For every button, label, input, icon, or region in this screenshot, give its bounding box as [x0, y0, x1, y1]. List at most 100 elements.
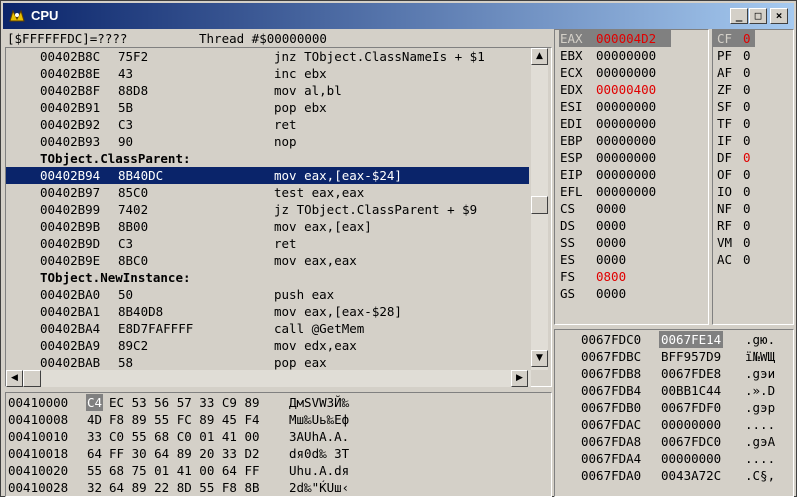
scroll-left-button[interactable]: ◀ [6, 370, 23, 387]
stack-list[interactable]: 0067FDC0 0067FE14 .gю. 0067FDBC BFF957D9 ї№WЩ… [555, 330, 793, 496]
disasm-row[interactable]: 00402B94 8B40DC mov eax,[eax-$24] [6, 167, 529, 184]
stack-row[interactable]: 0067FDAC 00000000.... [555, 416, 793, 433]
flag-value: 0 [743, 31, 751, 46]
register-row[interactable]: EIP 00000000 [555, 166, 708, 183]
procedure-label: TObject.ClassParent: [40, 151, 191, 166]
stack-row[interactable]: 0067FDA0 0043A72C .C§, [555, 467, 793, 484]
register-row[interactable]: SS 0000 [555, 234, 708, 251]
dump-row[interactable]: 00410000 C4 EC 53 56 57 33 C9 89 ДмSVW3Й‰ [6, 394, 551, 411]
scroll-thumb[interactable] [531, 196, 548, 214]
disasm-row[interactable]: 00402B8E 43 inc ebx [6, 65, 529, 82]
disasm-row[interactable]: 00402BA4 E8D7FAFFFF call @GetMem [6, 320, 529, 337]
disasm-row[interactable]: 00402B9D C3 ret [6, 235, 529, 252]
register-row[interactable]: ECX 00000000 [555, 64, 708, 81]
register-row[interactable]: CS 0000 [555, 200, 708, 217]
hscroll-thumb[interactable] [23, 370, 41, 387]
instr-address: 00402B92 [40, 117, 101, 132]
flag-row[interactable]: AC 0 [713, 251, 793, 268]
flag-row[interactable]: IF 0 [713, 132, 793, 149]
scroll-up-button[interactable]: ▲ [531, 48, 548, 65]
disassembly-list[interactable]: 00402B8C 75F2 jnz TObject.ClassNameIs + $1… [6, 48, 529, 370]
flag-row[interactable]: SF 0 [713, 98, 793, 115]
disasm-row[interactable]: 00402BA9 89C2 mov edx,eax [6, 337, 529, 354]
memory-dump-pane[interactable]: 00410000 C4 EC 53 56 57 33 C9 89 ДмSVW3Й‰ 00… [5, 392, 552, 497]
instr-bytes: 7402 [118, 202, 149, 217]
flag-value: 0 [743, 235, 751, 250]
flag-list[interactable]: CF 0 PF 0 AF 0 ZF 0 SF 0 TF 0 IF 0 DF 0 OF 0 IO 0 NF 0 RF 0 VM 0 A… [713, 30, 793, 324]
stack-row[interactable]: 0067FDC0 0067FE14 .gю. [555, 331, 793, 348]
maximize-button[interactable]: □ [749, 8, 767, 24]
register-row[interactable]: EBP 00000000 [555, 132, 708, 149]
disasm-label-row[interactable]: TObject.ClassParent: [6, 150, 529, 167]
register-row[interactable]: ESP 00000000 [555, 149, 708, 166]
close-button[interactable]: × [770, 8, 788, 24]
flag-row[interactable]: AF 0 [713, 64, 793, 81]
stack-row[interactable]: 0067FDB0 0067FDF0 .gэр [555, 399, 793, 416]
dump-row[interactable]: 00410020 55 68 75 01 41 00 64 FF Uhu.A.dя [6, 462, 551, 479]
registers-pane[interactable]: EAX 000004D2 EBX 00000000 ECX 00000000 EDX 0000… [554, 29, 709, 325]
flag-row[interactable]: VM 0 [713, 234, 793, 251]
register-row[interactable]: EAX 000004D2 [555, 30, 708, 47]
close-icon: × [775, 9, 783, 22]
flag-name: RF [717, 218, 733, 233]
disasm-label-row[interactable]: TObject.NewInstance: [6, 269, 529, 286]
flag-row[interactable]: RF 0 [713, 217, 793, 234]
dump-row[interactable]: 00410028 32 64 89 22 8D 55 F8 8B 2d‰"ЌUш‹ [6, 479, 551, 496]
stack-pane[interactable]: 0067FDC0 0067FE14 .gю. 0067FDBC BFF957D9 ї№WЩ… [554, 329, 794, 497]
register-name: DS [560, 218, 576, 233]
register-list[interactable]: EAX 000004D2 EBX 00000000 ECX 00000000 EDX 0000… [555, 30, 708, 324]
disasm-hscrollbar[interactable]: ◀ ▶ [6, 370, 531, 387]
register-row[interactable]: FS 0800 [555, 268, 708, 285]
register-row[interactable]: EFL 00000000 [555, 183, 708, 200]
stack-row[interactable]: 0067FDA8 0067FDC0 .gэА [555, 433, 793, 450]
register-name: EBP [560, 133, 583, 148]
disasm-row[interactable]: 00402B91 5B pop ebx [6, 99, 529, 116]
dump-row[interactable]: 00410008 4D F8 89 55 FC 89 45 F4 Mш‰Uь‰Eф [6, 411, 551, 428]
disasm-row[interactable]: 00402B9B 8B00 mov eax,[eax] [6, 218, 529, 235]
register-row[interactable]: GS 0000 [555, 285, 708, 302]
flag-row[interactable]: OF 0 [713, 166, 793, 183]
disasm-row[interactable]: 00402BA0 50 push eax [6, 286, 529, 303]
register-row[interactable]: DS 0000 [555, 217, 708, 234]
dump-row[interactable]: 00410018 64 FF 30 64 89 20 33 D2 dя0d‰ 3Т [6, 445, 551, 462]
register-row[interactable]: ES 0000 [555, 251, 708, 268]
disasm-row[interactable]: 00402B93 90 nop [6, 133, 529, 150]
register-row[interactable]: ESI 00000000 [555, 98, 708, 115]
disasm-row[interactable]: 00402B92 C3 ret [6, 116, 529, 133]
disasm-row[interactable]: 00402B8F 88D8 mov al,bl [6, 82, 529, 99]
flags-pane[interactable]: CF 0 PF 0 AF 0 ZF 0 SF 0 TF 0 IF 0 DF 0 OF 0 IO 0 NF 0 RF 0 VM 0 A… [712, 29, 794, 325]
disasm-row[interactable]: 00402BAB 58 pop eax [6, 354, 529, 370]
stack-row[interactable]: 0067FDA4 00000000.... [555, 450, 793, 467]
flag-row[interactable]: IO 0 [713, 183, 793, 200]
disasm-row[interactable]: 00402B8C 75F2 jnz TObject.ClassNameIs + $1 [6, 48, 529, 65]
dump-row[interactable]: 00410010 33 C0 55 68 C0 01 41 00 3АUhА.A. [6, 428, 551, 445]
stack-ascii: .gэи [745, 366, 776, 381]
register-row[interactable]: EDX 00000400 [555, 81, 708, 98]
stack-row[interactable]: 0067FDB4 00BB1C44 .».D [555, 382, 793, 399]
disasm-row[interactable]: 00402B97 85C0 test eax,eax [6, 184, 529, 201]
scroll-right-button[interactable]: ▶ [511, 370, 528, 387]
flag-row[interactable]: NF 0 [713, 200, 793, 217]
stack-row[interactable]: 0067FDBC BFF957D9 ї№WЩ [555, 348, 793, 365]
flag-row[interactable]: ZF 0 [713, 81, 793, 98]
disasm-row[interactable]: 00402B99 7402 jz TObject.ClassParent + $9 [6, 201, 529, 218]
instr-bytes: 75F2 [118, 49, 149, 64]
flag-row[interactable]: PF 0 [713, 47, 793, 64]
memory-dump-list[interactable]: 00410000 C4 EC 53 56 57 33 C9 89 ДмSVW3Й‰ 00… [6, 393, 551, 496]
flag-row[interactable]: TF 0 [713, 115, 793, 132]
register-row[interactable]: EBX 00000000 [555, 47, 708, 64]
disasm-row[interactable]: 00402BA1 8B40D8 mov eax,[eax-$28] [6, 303, 529, 320]
flag-row[interactable]: CF 0 [713, 30, 755, 47]
scroll-down-button[interactable]: ▼ [531, 350, 548, 367]
disasm-vscrollbar[interactable]: ▲ ▼ [531, 48, 548, 370]
register-value: 00000000 [596, 184, 657, 199]
register-row[interactable]: EDI 00000000 [555, 115, 708, 132]
stack-row[interactable]: 0067FDB8 0067FDE8 .gэи [555, 365, 793, 382]
instr-bytes: C3 [118, 236, 134, 251]
stack-value: 0043A72C [661, 468, 722, 483]
minimize-button[interactable]: _ [730, 8, 748, 24]
disasm-row[interactable]: 00402B9E 8BC0 mov eax,eax [6, 252, 529, 269]
disassembly-pane[interactable]: 00402B8C 75F2 jnz TObject.ClassNameIs + $1… [5, 47, 552, 387]
title-bar[interactable]: CPU _ □ × [3, 3, 794, 29]
flag-row[interactable]: DF 0 [713, 149, 793, 166]
